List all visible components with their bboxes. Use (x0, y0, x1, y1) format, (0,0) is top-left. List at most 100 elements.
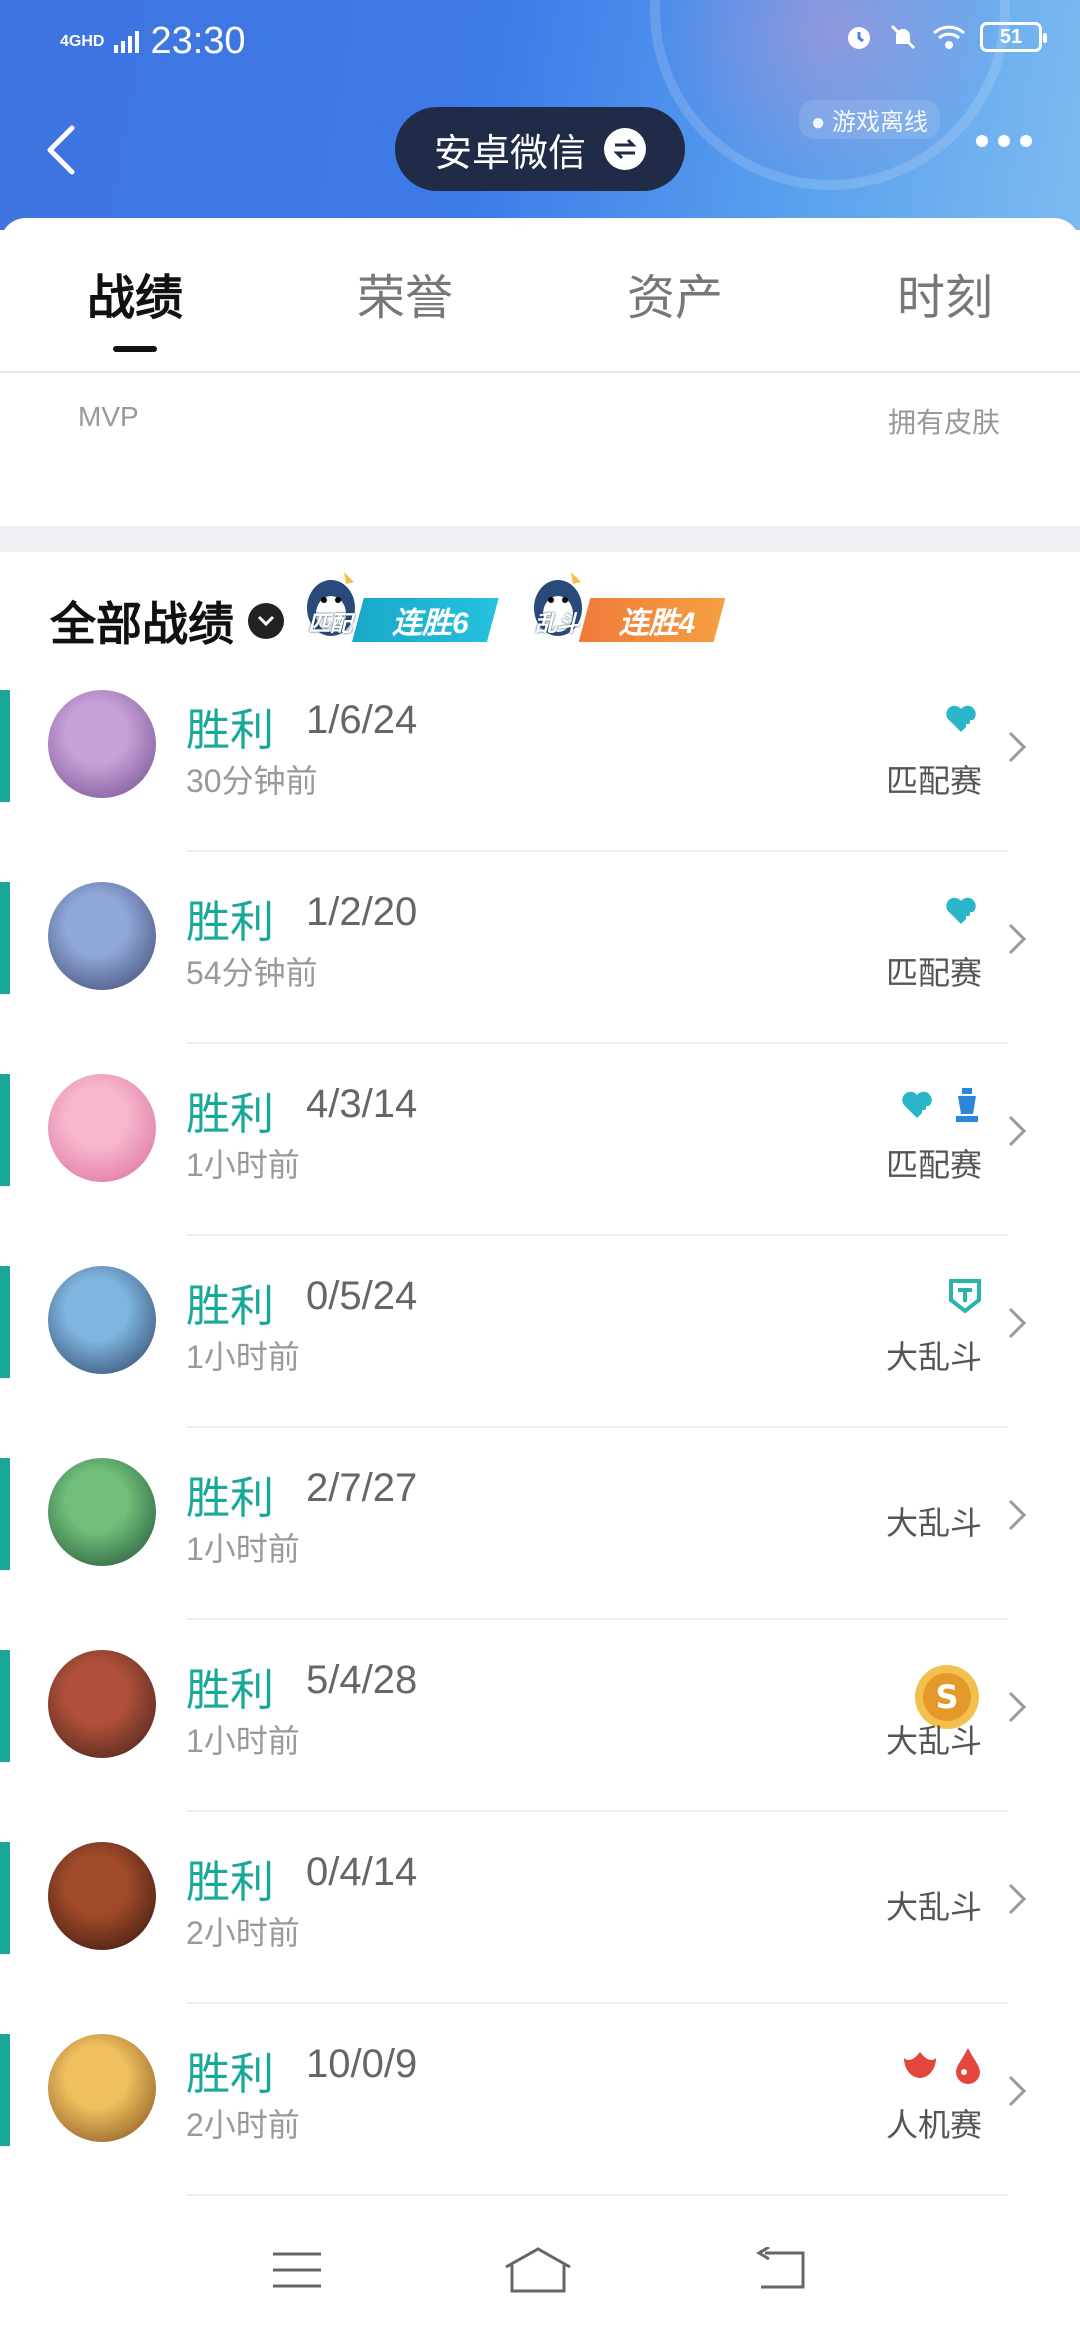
hero-avatar (48, 1266, 156, 1374)
win-indicator (0, 690, 10, 802)
tab-honors[interactable]: 荣誉 (270, 218, 540, 371)
menu-icon[interactable] (269, 2248, 325, 2292)
streak-text: 连胜4 (618, 607, 696, 640)
record-row[interactable]: 胜利 4/3/14 1小时前 匹配赛 (0, 1044, 1080, 1236)
section-divider (0, 526, 1080, 552)
svg-text:S: S (935, 1678, 958, 1716)
match-badges (900, 2046, 982, 2089)
tab-moments[interactable]: 时刻 (810, 218, 1080, 371)
game-status: ● 游戏离线 (798, 100, 940, 139)
hero-avatar (48, 1650, 156, 1758)
section-title: 全部战绩 (50, 598, 234, 650)
match-kda: 0/5/24 (306, 1274, 418, 1318)
signal-icon (114, 30, 140, 53)
system-nav-bar (0, 2200, 1080, 2340)
match-mode: 人机赛 (885, 2107, 982, 2143)
tab-underline (113, 346, 157, 352)
match-kda: 0/4/14 (306, 1850, 418, 1894)
blood-drop-icon (954, 2046, 982, 2089)
flame-icon (900, 2048, 940, 2087)
match-time: 2小时前 (186, 2107, 300, 2143)
match-result: 胜利 (186, 1666, 274, 1715)
match-badges (900, 1086, 982, 1129)
heart-plus-icon (944, 702, 982, 741)
match-kda: 1/6/24 (306, 698, 418, 742)
match-result: 胜利 (186, 1282, 274, 1331)
win-indicator (0, 1842, 10, 1954)
record-row[interactable]: 胜利 5/4/28 1小时前 S 大乱斗 (0, 1620, 1080, 1812)
wifi-icon (932, 25, 966, 49)
status-time: 23:30 (150, 20, 246, 62)
chevron-right-icon (1008, 923, 1027, 955)
chevron-right-icon (1008, 1307, 1027, 1339)
win-indicator (0, 1458, 10, 1570)
swap-icon (604, 128, 646, 170)
match-kda: 5/4/28 (306, 1658, 418, 1702)
match-mode: 匹配赛 (885, 1147, 982, 1183)
tab-label: 资产 (626, 272, 723, 325)
match-mode: 大乱斗 (885, 1505, 982, 1541)
hero-avatar (48, 1842, 156, 1950)
tab-label: 战绩 (86, 272, 183, 325)
tab-bar: 战绩 荣誉 资产 时刻 (0, 218, 1080, 373)
record-row[interactable]: 胜利 0/5/24 1小时前 大乱斗 (0, 1236, 1080, 1428)
match-time: 2小时前 (186, 1915, 300, 1951)
tab-assets[interactable]: 资产 (540, 218, 810, 371)
hero-avatar (48, 1074, 156, 1182)
hero-avatar (48, 2034, 156, 2142)
more-options-button[interactable] (976, 135, 1032, 147)
battery-indicator: 51 (980, 22, 1047, 52)
heart-plus-icon (900, 1088, 938, 1127)
match-time: 1小时前 (186, 1147, 300, 1183)
match-result: 胜利 (186, 1474, 274, 1523)
chevron-right-icon (1008, 731, 1027, 763)
match-kda: 1/2/20 (306, 890, 418, 934)
match-time: 1小时前 (186, 1531, 300, 1567)
record-row[interactable]: 胜利 0/4/14 2小时前 大乱斗 (0, 1812, 1080, 2004)
account-switch-button[interactable]: 安卓微信 (395, 107, 685, 191)
records-filter[interactable]: 全部战绩 (50, 588, 284, 654)
hero-avatar (48, 690, 156, 798)
match-kda: 10/0/9 (306, 2042, 418, 2086)
record-row[interactable]: 胜利 10/0/9 2小时前 人机赛 (0, 2004, 1080, 2196)
more-dot (1020, 135, 1032, 147)
match-time: 1小时前 (186, 1339, 300, 1375)
match-result: 胜利 (186, 1858, 274, 1907)
match-time: 54分钟前 (186, 955, 318, 991)
match-mode: 大乱斗 (885, 1723, 982, 1759)
game-status-text: 游戏离线 (832, 109, 928, 136)
match-time: 1小时前 (186, 1723, 300, 1759)
match-mode: 大乱斗 (885, 1889, 982, 1925)
chess-piece-icon (952, 1086, 982, 1129)
streak-text: 连胜6 (392, 607, 469, 640)
record-row[interactable]: 胜利 1/2/20 54分钟前 匹配赛 (0, 852, 1080, 1044)
record-row[interactable]: 胜利 1/6/24 30分钟前 匹配赛 (0, 660, 1080, 852)
match-time: 30分钟前 (186, 763, 318, 799)
more-dot (976, 135, 988, 147)
chevron-right-icon (1008, 1499, 1027, 1531)
tab-records[interactable]: 战绩 (0, 218, 270, 371)
win-indicator (0, 1650, 10, 1762)
match-mode: 大乱斗 (885, 1339, 982, 1375)
match-kda: 2/7/27 (306, 1466, 418, 1510)
back-nav-icon[interactable] (751, 2247, 811, 2293)
mvp-label: MVP (78, 401, 139, 432)
record-row[interactable]: 胜利 2/7/27 1小时前 大乱斗 (0, 1428, 1080, 1620)
back-icon[interactable] (36, 110, 96, 190)
heart-plus-icon (944, 894, 982, 933)
streak-mode: 匹配 (308, 611, 353, 636)
status-bar: 4GHD 23:30 51 (0, 0, 1080, 80)
win-indicator (0, 882, 10, 994)
home-icon[interactable] (502, 2245, 574, 2295)
mute-bell-icon (890, 24, 916, 50)
row-divider (186, 2194, 1008, 2196)
account-label: 安卓微信 (433, 132, 586, 175)
match-kda: 4/3/14 (306, 1082, 418, 1126)
match-badges (948, 1278, 982, 1319)
match-badges (944, 702, 982, 741)
streak-badge-match: 连胜6 匹配 (300, 560, 499, 642)
shield-icon (948, 1278, 982, 1319)
win-indicator (0, 1266, 10, 1378)
tab-label: 时刻 (896, 272, 993, 325)
hero-avatar (48, 882, 156, 990)
